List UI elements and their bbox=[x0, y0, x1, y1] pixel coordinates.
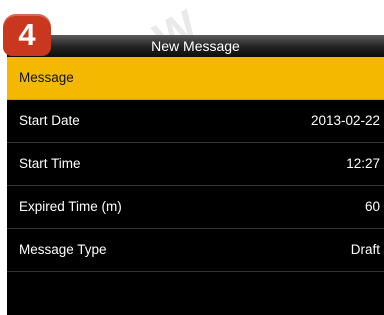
menu-item-expired-time[interactable]: Expired Time (m) 60 bbox=[7, 186, 384, 229]
device-screen: New Message Message Start Date 2013-02-2… bbox=[7, 35, 384, 315]
menu-item-label: Start Date bbox=[19, 113, 80, 128]
menu-item-start-time[interactable]: Start Time 12:27 bbox=[7, 143, 384, 186]
menu-item-message-type[interactable]: Message Type Draft bbox=[7, 229, 384, 272]
menu-item-label: Message Type bbox=[19, 242, 107, 257]
menu-item-value: 60 bbox=[364, 199, 380, 214]
message-settings-menu: Message Start Date 2013-02-22 Start Time… bbox=[7, 57, 384, 272]
window-title: New Message bbox=[7, 35, 384, 57]
menu-item-start-date[interactable]: Start Date 2013-02-22 bbox=[7, 100, 384, 143]
menu-item-label: Start Time bbox=[19, 156, 81, 171]
menu-item-message[interactable]: Message bbox=[7, 57, 384, 100]
menu-item-label: Expired Time (m) bbox=[19, 199, 122, 214]
menu-item-value: Draft bbox=[350, 242, 380, 257]
step-number-badge: 4 bbox=[3, 14, 51, 56]
menu-item-value: 2013-02-22 bbox=[310, 113, 380, 128]
menu-item-label: Message bbox=[19, 70, 74, 85]
menu-item-value: 12:27 bbox=[346, 156, 380, 171]
